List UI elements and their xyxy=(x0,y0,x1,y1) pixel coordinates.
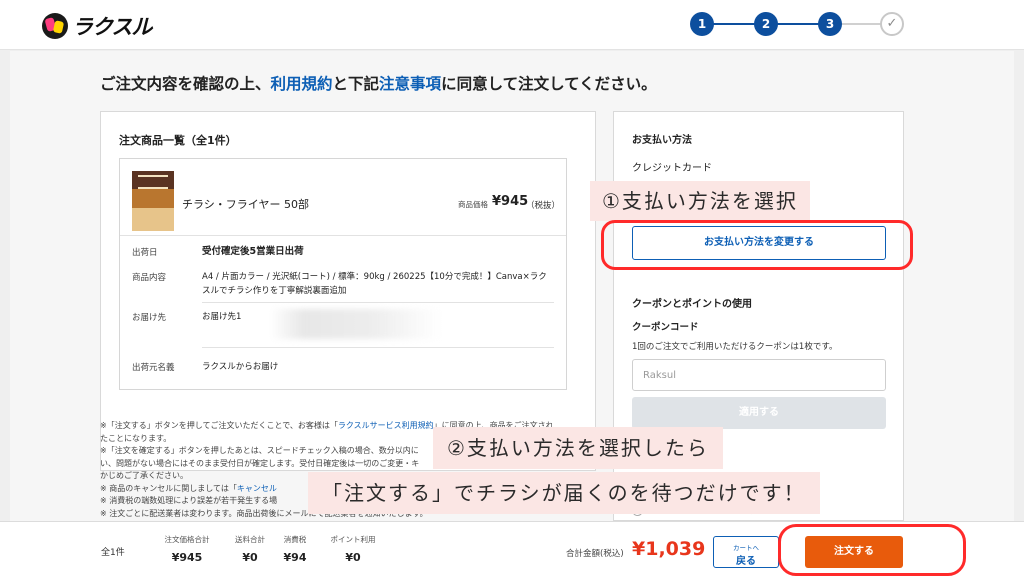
raksul-logo[interactable]: ラクスル xyxy=(42,11,152,41)
page-title: ご注文内容を確認の上、利用規約と下記注意事項に同意して注文してください。 xyxy=(100,75,657,93)
annotation-step1: ①支払い方法を選択 xyxy=(590,181,810,221)
product-name: チラシ・フライヤー 50部 xyxy=(182,198,309,211)
payment-method: クレジットカード xyxy=(632,163,712,174)
progress-steps: 1 2 3 ✓ xyxy=(690,12,904,36)
coupon-code-input[interactable] xyxy=(632,359,886,391)
points-used: ポイント利用 ¥0 xyxy=(330,535,376,564)
row-label-destination: お届け先 xyxy=(132,313,167,323)
row-label-ship-date: 出荷日 xyxy=(132,248,158,258)
row-value-ship-date: 受付確定後5営業日出荷 xyxy=(202,246,304,257)
row-value-sender: ラクスルからお届け xyxy=(202,362,279,372)
coupon-note: 1回のご注文でご利用いただけるクーポンは1枚です。 xyxy=(632,342,838,352)
row-value-content: A4 / 片面カラー / 光沢紙(コート) / 標準：90kg / 260225… xyxy=(202,272,547,296)
coupon-code-label: クーポンコード xyxy=(632,322,699,333)
divider xyxy=(202,302,554,303)
total-label: 合計金額(税込) xyxy=(566,549,624,559)
price-label: 商品価格 xyxy=(458,200,488,209)
coupon-title: クーポンとポイントの使用 xyxy=(632,299,752,310)
row-label-content: 商品内容 xyxy=(132,273,167,283)
service-terms-link[interactable]: ラクスルサービス利用規約 xyxy=(338,421,434,430)
logo-text: ラクスル xyxy=(72,15,152,39)
step-complete-check-icon: ✓ xyxy=(880,12,904,36)
total-amount: ¥1,039 xyxy=(632,538,706,560)
tax-total: 消費税 ¥94 xyxy=(283,535,307,564)
subtotal: 注文価格合計 ¥945 xyxy=(164,535,210,564)
step-2: 2 xyxy=(754,12,778,36)
redacted-address xyxy=(270,309,440,339)
apply-coupon-button[interactable]: 適用する xyxy=(632,397,886,429)
header: ラクスル 1 2 3 ✓ xyxy=(0,0,1024,50)
payment-title: お支払い方法 xyxy=(632,135,692,146)
row-label-sender: 出荷元名義 xyxy=(132,363,175,373)
notes-link[interactable]: 注意事項 xyxy=(379,75,441,93)
item-count: 全1件 xyxy=(101,548,125,558)
back-to-cart-button[interactable]: カートへ 戻る xyxy=(713,536,779,568)
product-thumbnail xyxy=(132,171,174,231)
shipping-total: 送料合計 ¥0 xyxy=(235,535,265,564)
order-item: チラシ・フライヤー 50部 商品価格 ¥945 （税抜） 出荷日 受付確定後5営… xyxy=(119,158,567,390)
step-3: 3 xyxy=(818,12,842,36)
order-items-title: 注文商品一覧（全1件） xyxy=(119,134,237,147)
price-tax-note: （税抜） xyxy=(526,201,561,211)
cancel-policy-link[interactable]: キャンセル xyxy=(237,484,277,493)
annotation-step2: ②支払い方法を選択したら xyxy=(433,427,723,469)
highlight-ring-change-payment xyxy=(601,220,913,270)
raksul-logo-icon xyxy=(42,13,68,39)
price-value: ¥945 xyxy=(492,194,529,209)
terms-link[interactable]: 利用規約 xyxy=(271,75,333,93)
divider xyxy=(202,347,554,348)
highlight-ring-place-order xyxy=(778,524,966,576)
divider xyxy=(120,235,566,236)
order-items-card: 注文商品一覧（全1件） チラシ・フライヤー 50部 商品価格 ¥945 （税抜）… xyxy=(100,111,596,471)
annotation-step3: 「注文する」でチラシが届くのを待つだけです！ xyxy=(308,472,820,514)
step-1: 1 xyxy=(690,12,714,36)
